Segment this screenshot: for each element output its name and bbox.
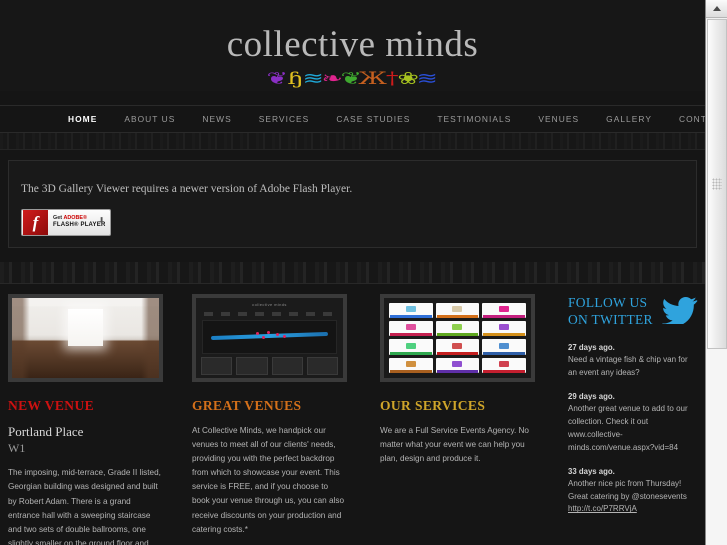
grip-dots-icon <box>712 178 722 190</box>
logo-flourish-0: ❦ <box>266 69 289 90</box>
column-our-services: OUR SERVICES We are a Full Service Event… <box>380 293 535 466</box>
flash-logo-icon: f <box>23 209 48 235</box>
logo-flourish-6: † <box>385 69 399 90</box>
scrollbar-thumb[interactable] <box>707 19 727 349</box>
nav-item-news[interactable]: NEWS <box>202 114 231 124</box>
service-card-0 <box>389 302 433 319</box>
browser-page: collective minds ❦ ɧ ≋ ❧ ❦ Ж † ❀ ≋ HOME ABOUT US N… <box>0 0 727 545</box>
flash-notice-panel: The 3D Gallery Viewer requires a newer v… <box>8 159 697 248</box>
nav-item-venues[interactable]: VENUES <box>538 114 579 124</box>
service-card-8 <box>482 339 526 355</box>
great-venues-body: At Collective Minds, we handpick our ven… <box>192 425 345 534</box>
venue-name: Portland Place <box>8 423 84 439</box>
thumb-site-nav <box>204 311 335 316</box>
content-columns: NEW VENUE Portland Place W1 The imposing… <box>0 284 705 545</box>
heading-new-venue: NEW VENUE <box>8 397 94 413</box>
thumb-site-body <box>202 319 337 354</box>
nav-item-home[interactable]: HOME <box>68 114 97 124</box>
service-card-1 <box>435 302 480 319</box>
main-navigation: HOME ABOUT US NEWS SERVICES CASE STUDIES TEST… <box>0 104 705 133</box>
tweet-timestamp: 29 days ago. <box>568 391 615 401</box>
scroll-up-button[interactable] <box>706 0 727 18</box>
tweet-link[interactable]: http://t.co/P7RRVjA <box>568 504 637 513</box>
download-arrow-icon: ⬇ <box>98 215 105 225</box>
get-flash-player-button[interactable]: f Get ADOBE® FLASH® PLAYER ⬇ <box>21 208 111 236</box>
logo-flourish-8: ≋ <box>416 69 439 90</box>
chevron-up-icon <box>713 6 721 11</box>
services-grid-image <box>384 297 531 378</box>
service-card-3 <box>389 321 433 337</box>
thumb-site-logo: collective minds <box>252 301 287 307</box>
nav-item-services[interactable]: SERVICES <box>259 114 310 124</box>
tweet-text: Another great venue to add to our collec… <box>568 403 688 452</box>
nav-item-contact[interactable]: CONTACT <box>679 114 705 124</box>
service-card-10 <box>435 357 480 373</box>
logo-flourish-2: ≋ <box>302 69 324 90</box>
nav-list: HOME ABOUT US NEWS SERVICES CASE STUDIES TEST… <box>0 106 705 132</box>
nav-item-case-studies[interactable]: CASE STUDIES <box>336 114 410 124</box>
tweet-item: 29 days ago. Another great venue to add t… <box>568 392 698 455</box>
twitter-title-line1: FOLLOW US <box>568 294 648 310</box>
nav-item-about-us[interactable]: ABOUT US <box>124 114 175 124</box>
new-venue-body: The imposing, mid-terrace, Grade II list… <box>8 468 161 545</box>
service-card-9 <box>389 357 433 373</box>
logo-flourish-row: ❦ ɧ ≋ ❧ ❦ Ж † ❀ ≋ <box>0 69 705 91</box>
twitter-title: FOLLOW US ON TWITTER <box>568 294 653 329</box>
nav-item-gallery[interactable]: GALLERY <box>606 114 652 124</box>
column-great-venues: collective minds GREAT VENUES At Collect… <box>192 293 347 537</box>
service-card-6 <box>389 339 433 355</box>
nav-item-testimonials[interactable]: TESTIMONIALS <box>437 114 511 124</box>
logo-flourish-1: ɧ <box>286 69 304 90</box>
tweet-text: Need a vintage fish & chip van for an ev… <box>568 354 688 377</box>
scrollbar-track[interactable] <box>706 19 727 545</box>
service-card-11 <box>482 357 526 373</box>
interior-room-image <box>12 297 159 378</box>
twitter-bird-icon[interactable] <box>661 296 698 329</box>
tweet-text: Another nice pic from Thursday! Great ca… <box>568 478 687 501</box>
page-viewport: collective minds ❦ ɧ ≋ ❧ ❦ Ж † ❀ ≋ HOME ABOUT US N… <box>0 0 705 545</box>
tweet-list: 27 days ago. Need a vintage fish & chip v… <box>568 343 698 517</box>
logo-flourish-5: Ж <box>358 69 388 90</box>
service-card-4 <box>435 321 480 337</box>
twitter-title-line2: ON TWITTER <box>568 312 653 328</box>
thumb-site-cards <box>201 356 338 375</box>
flash-notice-message: The 3D Gallery Viewer requires a newer v… <box>21 182 353 195</box>
vertical-scrollbar[interactable] <box>705 0 727 545</box>
thumbnail-great-venues[interactable]: collective minds <box>192 293 347 382</box>
column-twitter: FOLLOW US ON TWITTER 27 days ago. Need a … <box>568 294 698 517</box>
heading-great-venues: GREAT VENUES <box>192 397 302 413</box>
ornament-band-top <box>0 132 705 150</box>
twitter-header: FOLLOW US ON TWITTER <box>568 294 698 329</box>
tweet-item: 27 days ago. Need a vintage fish & chip v… <box>568 343 698 380</box>
service-card-7 <box>435 339 480 355</box>
venue-postcode: W1 <box>8 440 26 455</box>
tweet-item: 33 days ago. Another nice pic from Thursd… <box>568 467 698 517</box>
ornament-band-bottom <box>0 261 705 284</box>
venue-map-page-image: collective minds <box>196 297 343 378</box>
site-header: collective minds ❦ ɧ ≋ ❧ ❦ Ж † ❀ ≋ <box>0 0 705 91</box>
site-logo-text: collective minds <box>226 24 479 65</box>
tweet-timestamp: 33 days ago. <box>568 466 615 476</box>
service-card-2 <box>482 302 526 319</box>
our-services-body: We are a Full Service Events Agency. No … <box>380 425 529 464</box>
service-card-5 <box>482 321 526 337</box>
thumbnail-new-venue[interactable] <box>8 293 163 382</box>
thumbnail-our-services[interactable] <box>380 293 535 382</box>
tweet-timestamp: 27 days ago. <box>568 342 615 352</box>
column-new-venue: NEW VENUE Portland Place W1 The imposing… <box>8 293 163 545</box>
heading-our-services: OUR SERVICES <box>380 397 486 413</box>
